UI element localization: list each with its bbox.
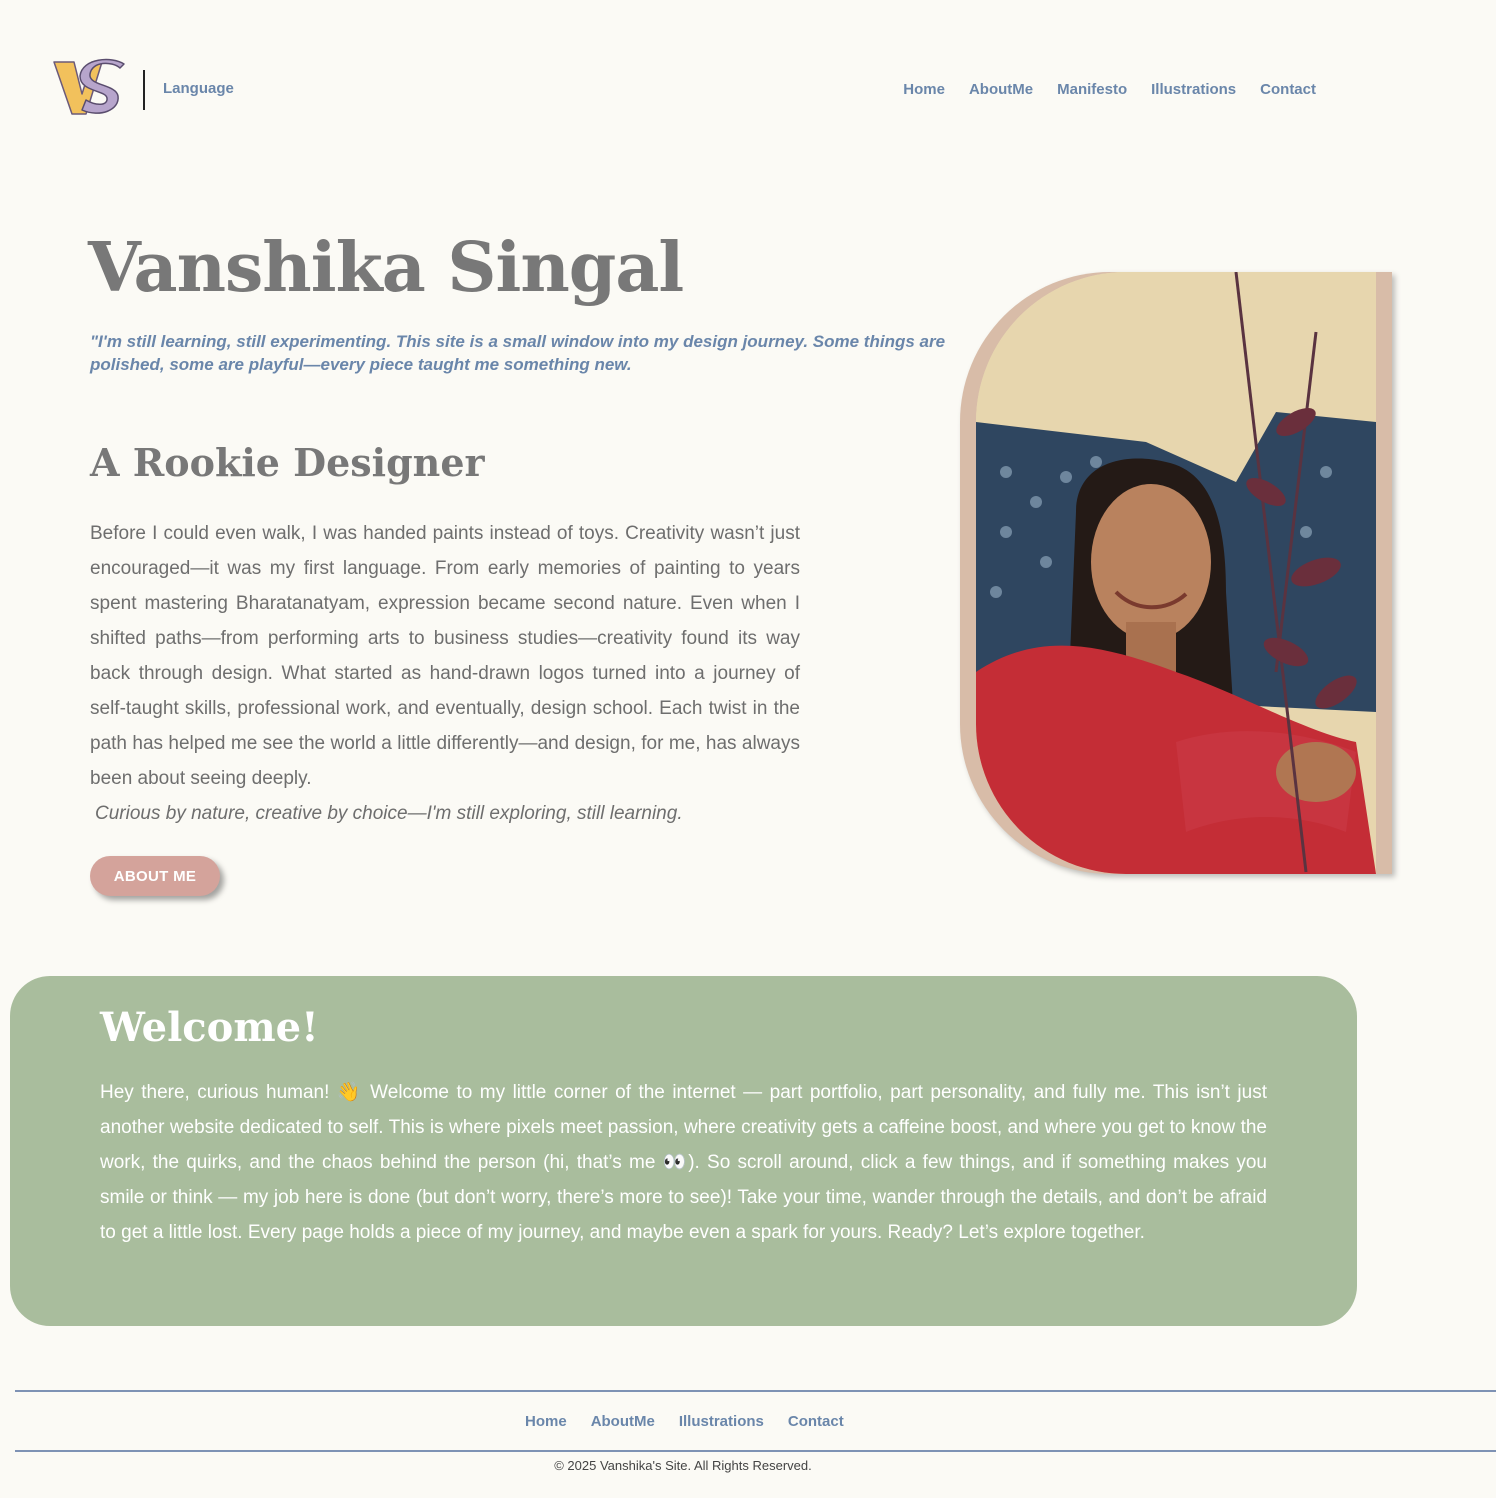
nav-home[interactable]: Home (903, 81, 945, 98)
main-nav: Home AboutMe Manifesto Illustrations Con… (903, 81, 1316, 98)
footer-nav-contact[interactable]: Contact (788, 1413, 844, 1430)
footer-top-divider (15, 1390, 1496, 1392)
site-header: Language Home AboutMe Manifesto Illustra… (0, 0, 1496, 180)
portrait-illustration (976, 272, 1376, 874)
rookie-title: A Rookie Designer (90, 440, 485, 485)
vs-logo-icon (53, 58, 125, 115)
footer-nav-aboutme[interactable]: AboutMe (591, 1413, 655, 1430)
footer-bottom-divider (15, 1450, 1496, 1452)
nav-aboutme[interactable]: AboutMe (969, 81, 1033, 98)
footer-nav: Home AboutMe Illustrations Contact (525, 1413, 844, 1430)
welcome-title: Welcome! (100, 1004, 319, 1051)
nav-manifesto[interactable]: Manifesto (1057, 81, 1127, 98)
hero-quote: "I'm still learning, still experimenting… (90, 332, 946, 374)
welcome-section: Welcome! Hey there, curious human! 👋 Wel… (10, 976, 1357, 1326)
portrait-photo (976, 272, 1376, 874)
copyright-text: © 2025 Vanshika's Site. All Rights Reser… (554, 1458, 812, 1473)
welcome-body: Hey there, curious human! 👋 Welcome to m… (100, 1082, 1267, 1243)
hero-title: Vanshika Singal (88, 228, 684, 308)
about-me-button[interactable]: ABOUT ME (90, 856, 220, 896)
header-divider (143, 70, 145, 110)
nav-contact[interactable]: Contact (1260, 81, 1316, 98)
nav-illustrations[interactable]: Illustrations (1151, 81, 1236, 98)
site-logo[interactable] (52, 58, 128, 120)
footer-nav-illustrations[interactable]: Illustrations (679, 1413, 764, 1430)
footer-nav-home[interactable]: Home (525, 1413, 567, 1430)
language-link[interactable]: Language (163, 80, 234, 97)
rookie-tagline: Curious by nature, creative by choice—I'… (95, 803, 683, 824)
rookie-body: Before I could even walk, I was handed p… (90, 523, 800, 789)
